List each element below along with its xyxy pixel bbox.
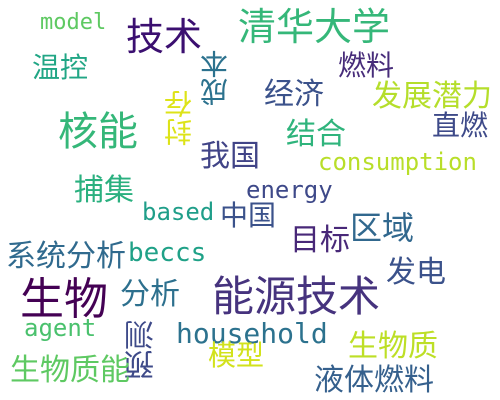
word-fenxi: 分析 <box>120 277 180 312</box>
word-zhiran: 直燃 <box>432 109 489 142</box>
word-yuce: 预测 <box>125 320 160 380</box>
word-jishu: 技术 <box>126 15 203 59</box>
word-heneng: 核能 <box>58 109 138 155</box>
word-jiehe: 结合 <box>286 117 346 152</box>
word-model: model <box>40 10 107 35</box>
word-agent: agent <box>24 314 97 342</box>
word-nengyuanjishu: 能源技术 <box>212 272 381 321</box>
word-fadian: 发电 <box>386 255 446 290</box>
word-quyu: 区域 <box>350 209 415 247</box>
word-fengcun: 封存 <box>163 90 196 146</box>
word-shengwuzhi: 生物质 <box>348 329 438 364</box>
word-zhongguo: 中国 <box>220 199 277 232</box>
word-consumption: consumption <box>318 148 477 176</box>
word-xitongfenxi: 系统分析 <box>6 239 126 274</box>
word-qinghua: 清华大学 <box>238 5 391 49</box>
word-mubiao: 目标 <box>290 223 350 258</box>
word-woguo: 我国 <box>200 139 260 174</box>
word-beccs: beccs <box>128 238 207 268</box>
word-shengwuzhineng: 生物质能 <box>10 353 130 388</box>
word-wenkong: 温控 <box>32 51 89 84</box>
word-based: based <box>142 198 215 226</box>
word-buji: 捕集 <box>74 173 134 208</box>
word-jingji: 经济 <box>264 77 324 112</box>
word-ranliao: 燃料 <box>338 49 395 82</box>
word-fazhan: 发展潜力 <box>372 79 492 114</box>
word-cloud: model 技术 清华大学 温控 燃料 成本 经济 发展潜力 核能 封存 结合 … <box>0 0 500 400</box>
word-chengben: 成本 <box>199 50 232 106</box>
word-yetiranliao: 液体燃料 <box>314 363 434 398</box>
word-moxing: 模型 <box>208 339 265 372</box>
